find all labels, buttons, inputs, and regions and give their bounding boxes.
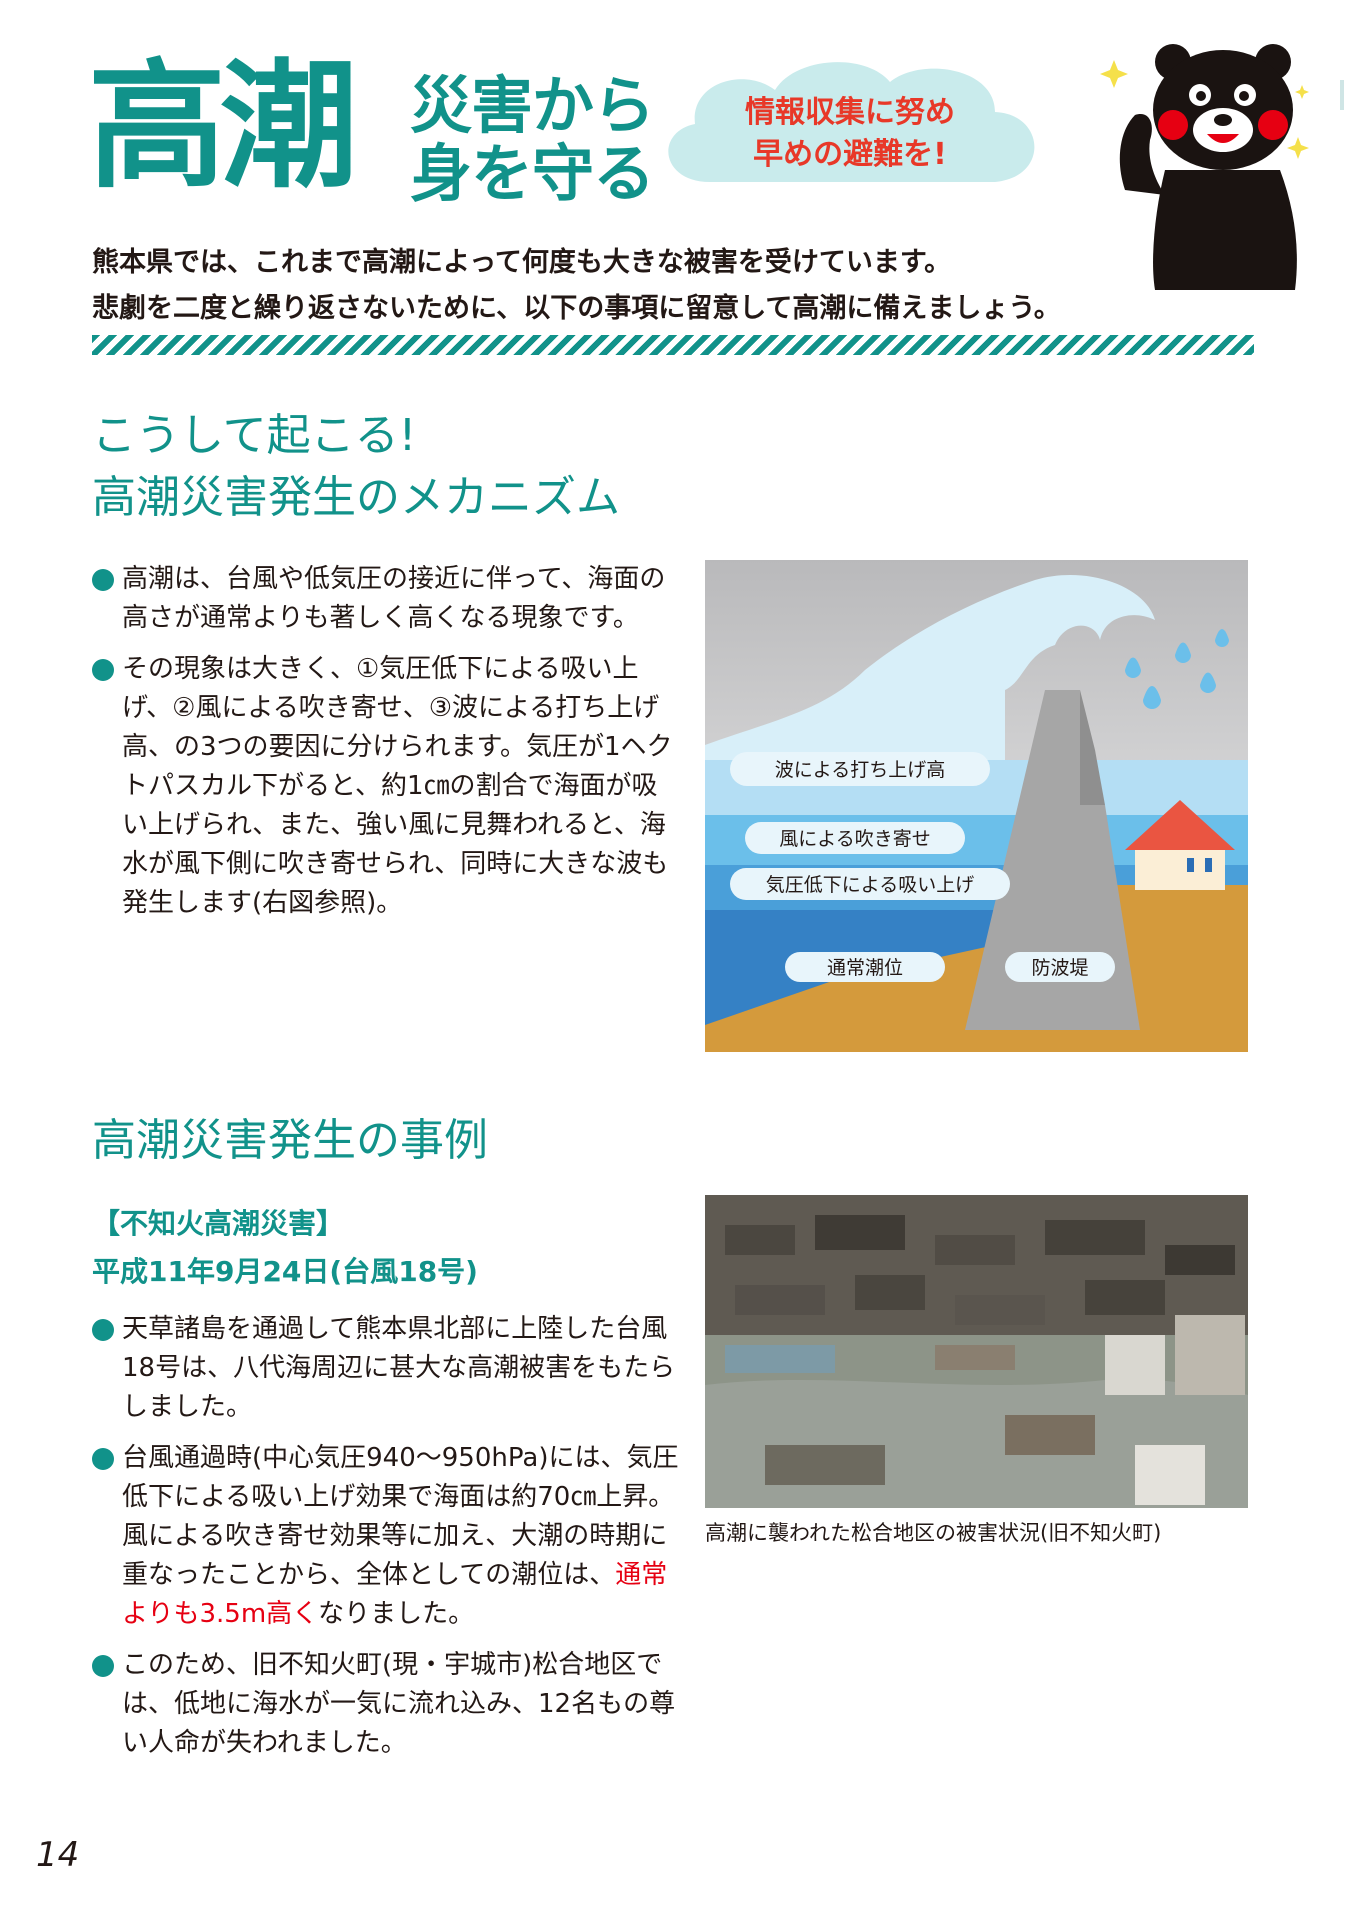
bullet-dot-icon bbox=[92, 1655, 114, 1677]
case-heading: 【不知火高潮災害】 平成11年9月24日(台風18号) bbox=[92, 1200, 478, 1296]
bullet-text: 台風通過時(中心気圧940～950hPa)には、気圧低下による吸い上げ効果で海面… bbox=[122, 1443, 679, 1590]
cloud-message: 情報収集に努め 早めの避難を! bbox=[690, 92, 1010, 176]
intro-line-1: 熊本県では、これまで高潮によって何度も大きな被害を受けています。 bbox=[92, 247, 952, 278]
bullet-dot-icon bbox=[92, 569, 114, 591]
label-normal-tide: 通常潮位 bbox=[827, 957, 903, 979]
storm-surge-mechanism-diagram: 波による打ち上げ高 風による吹き寄せ 気圧低下による吸い上げ 通常潮位 防波堤 bbox=[705, 560, 1248, 1052]
bullet-dot-icon bbox=[92, 1448, 114, 1470]
page-number: 14 bbox=[36, 1835, 80, 1875]
list-item: 天草諸島を通過して熊本県北部に上陸した台風18号は、八代海周辺に甚大な高潮被害を… bbox=[92, 1310, 682, 1427]
bullet-text: その現象は大きく、①気圧低下による吸い上げ、②風による吹き寄せ、③波による打ち上… bbox=[122, 654, 673, 918]
subtitle-line-1: 災害から bbox=[410, 69, 655, 142]
list-item: その現象は大きく、①気圧低下による吸い上げ、②風による吹き寄せ、③波による打ち上… bbox=[92, 650, 682, 923]
bullet-text: 高潮は、台風や低気圧の接近に伴って、海面の高さが通常よりも著しく高くなる現象です… bbox=[122, 564, 666, 633]
flood-damage-photo bbox=[705, 1195, 1248, 1508]
page-title: 高潮 bbox=[88, 46, 358, 207]
bullet-text-end: なりました。 bbox=[318, 1599, 475, 1629]
intro-text: 熊本県では、これまで高潮によって何度も大きな被害を受けています。 悲劇を二度と繰… bbox=[92, 240, 1242, 332]
label-pressure-rise: 気圧低下による吸い上げ bbox=[766, 874, 974, 896]
case-name: 【不知火高潮災害】 bbox=[92, 1207, 345, 1240]
intro-line-2: 悲劇を二度と繰り返さないために、以下の事項に留意して高潮に備えましょう。 bbox=[92, 293, 1061, 324]
list-item: 台風通過時(中心気圧940～950hPa)には、気圧低下による吸い上げ効果で海面… bbox=[92, 1439, 682, 1634]
mechanism-bullet-list: 高潮は、台風や低気圧の接近に伴って、海面の高さが通常よりも著しく高くなる現象です… bbox=[92, 560, 682, 935]
mechanism-heading-line-1: こうして起こる! bbox=[92, 410, 417, 461]
bullet-text: 天草諸島を通過して熊本県北部に上陸した台風18号は、八代海周辺に甚大な高潮被害を… bbox=[122, 1314, 676, 1422]
case-date: 平成11年9月24日(台風18号) bbox=[92, 1255, 478, 1288]
cloud-line-2: 早めの避難を! bbox=[753, 137, 947, 172]
list-item: 高潮は、台風や低気圧の接近に伴って、海面の高さが通常よりも著しく高くなる現象です… bbox=[92, 560, 682, 638]
page-subtitle: 災害から 身を守る bbox=[410, 69, 655, 210]
label-wave-runup: 波による打ち上げ高 bbox=[775, 759, 945, 781]
subtitle-line-2: 身を守る bbox=[410, 137, 655, 210]
mechanism-heading-line-2: 高潮災害発生のメカニズム bbox=[92, 472, 620, 523]
striped-divider bbox=[92, 335, 1254, 355]
label-wind-setup: 風による吹き寄せ bbox=[779, 828, 930, 850]
bullet-dot-icon bbox=[92, 1319, 114, 1341]
cloud-line-1: 情報収集に努め bbox=[745, 95, 955, 130]
photo-caption: 高潮に襲われた松合地区の被害状況(旧不知火町) bbox=[705, 1521, 1162, 1545]
cases-heading: 高潮災害発生の事例 bbox=[92, 1115, 488, 1166]
bullet-text: このため、旧不知火町(現・宇城市)松合地区では、低地に海水が一気に流れ込み、12… bbox=[122, 1650, 676, 1758]
mechanism-heading: こうして起こる! 高潮災害発生のメカニズム bbox=[92, 405, 620, 529]
edge-tab-marker bbox=[1340, 80, 1344, 110]
bullet-dot-icon bbox=[92, 659, 114, 681]
list-item: このため、旧不知火町(現・宇城市)松合地区では、低地に海水が一気に流れ込み、12… bbox=[92, 1646, 682, 1763]
label-breakwater: 防波堤 bbox=[1031, 957, 1088, 979]
cases-bullet-list: 天草諸島を通過して熊本県北部に上陸した台風18号は、八代海周辺に甚大な高潮被害を… bbox=[92, 1310, 682, 1775]
